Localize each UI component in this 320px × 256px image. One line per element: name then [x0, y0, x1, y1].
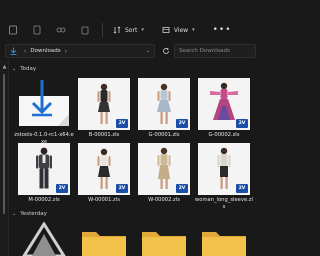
- file-name: B-00001.zls: [88, 132, 120, 138]
- command-bar: Sort ▾ View ▾ •••: [0, 18, 256, 42]
- view-button[interactable]: View ▾: [158, 21, 199, 39]
- more-options-button[interactable]: •••: [209, 21, 236, 39]
- paste-icon[interactable]: [76, 21, 94, 39]
- toolbar-divider: [102, 23, 103, 37]
- breadcrumb-separator-icon: ›: [64, 47, 68, 55]
- model-thumbnail: 2V: [78, 78, 130, 130]
- installer-icon: [18, 78, 70, 130]
- model-thumbnail: 2V: [138, 78, 190, 130]
- file-type-badge: 2V: [176, 119, 188, 128]
- file-type-badge: 2V: [116, 184, 128, 193]
- chevron-down-icon[interactable]: ⌄: [146, 48, 150, 54]
- file-name: W-00002.zls: [148, 197, 180, 203]
- sort-icon: [113, 26, 121, 34]
- group-header-today[interactable]: ⌄ Today: [12, 66, 36, 72]
- app-logo-icon: [22, 221, 66, 256]
- more-options-icon: •••: [212, 24, 232, 35]
- file-type-badge: 2V: [236, 184, 248, 193]
- copy-icon[interactable]: [52, 21, 70, 39]
- model-thumbnail: 2V: [138, 143, 190, 195]
- model-thumbnail: 2V: [18, 143, 70, 195]
- chevron-down-icon: ▾: [141, 27, 144, 33]
- scroll-up-icon[interactable]: ▲: [1, 64, 8, 70]
- breadcrumb[interactable]: › Downloads › ⌄: [5, 44, 155, 58]
- file-type-badge: 2V: [176, 184, 188, 193]
- file-name: W-00001.zls: [88, 197, 120, 203]
- chevron-down-icon: ⌄: [12, 66, 17, 72]
- group-label: Yesterday: [20, 211, 47, 217]
- folder-icon[interactable]: [78, 226, 130, 256]
- file-type-badge: 2V: [116, 119, 128, 128]
- breadcrumb-item-downloads[interactable]: Downloads: [30, 48, 60, 54]
- file-name: G-00001.zls: [148, 132, 180, 138]
- scrollbar[interactable]: ▲: [0, 60, 9, 256]
- file-type-badge: 2V: [236, 119, 248, 128]
- file-name: G-00002.zls: [208, 132, 240, 138]
- model-thumbnail: 2V: [78, 143, 130, 195]
- new-item-icon[interactable]: [4, 21, 22, 39]
- group-header-yesterday[interactable]: ⌄ Yesterday: [12, 211, 47, 217]
- sort-button[interactable]: Sort ▾: [109, 21, 148, 39]
- model-thumbnail: 2V: [198, 143, 250, 195]
- refresh-icon: [163, 47, 169, 54]
- sort-label: Sort: [125, 26, 138, 34]
- file-name: woman_long_sleeve.zls: [195, 197, 253, 210]
- file-name: M-00002.zls: [28, 197, 60, 203]
- refresh-button[interactable]: [159, 44, 173, 58]
- view-label: View: [173, 26, 189, 34]
- download-arrow-icon: [10, 47, 17, 55]
- chevron-down-icon: ▾: [192, 27, 195, 33]
- breadcrumb-separator-icon: ›: [24, 47, 27, 55]
- chevron-down-icon: ⌄: [12, 211, 17, 217]
- file-tile[interactable]: [18, 221, 70, 256]
- model-thumbnail: 2V: [198, 78, 250, 130]
- folder-icon[interactable]: [138, 226, 190, 256]
- view-icon: [162, 27, 170, 33]
- address-bar: › Downloads › ⌄: [0, 42, 256, 60]
- file-type-badge: 2V: [56, 184, 68, 193]
- folder-icon[interactable]: [198, 226, 250, 256]
- search-input[interactable]: [174, 44, 256, 58]
- group-label: Today: [20, 66, 37, 72]
- scrollbar-thumb[interactable]: [3, 74, 5, 214]
- cut-icon[interactable]: [28, 21, 46, 39]
